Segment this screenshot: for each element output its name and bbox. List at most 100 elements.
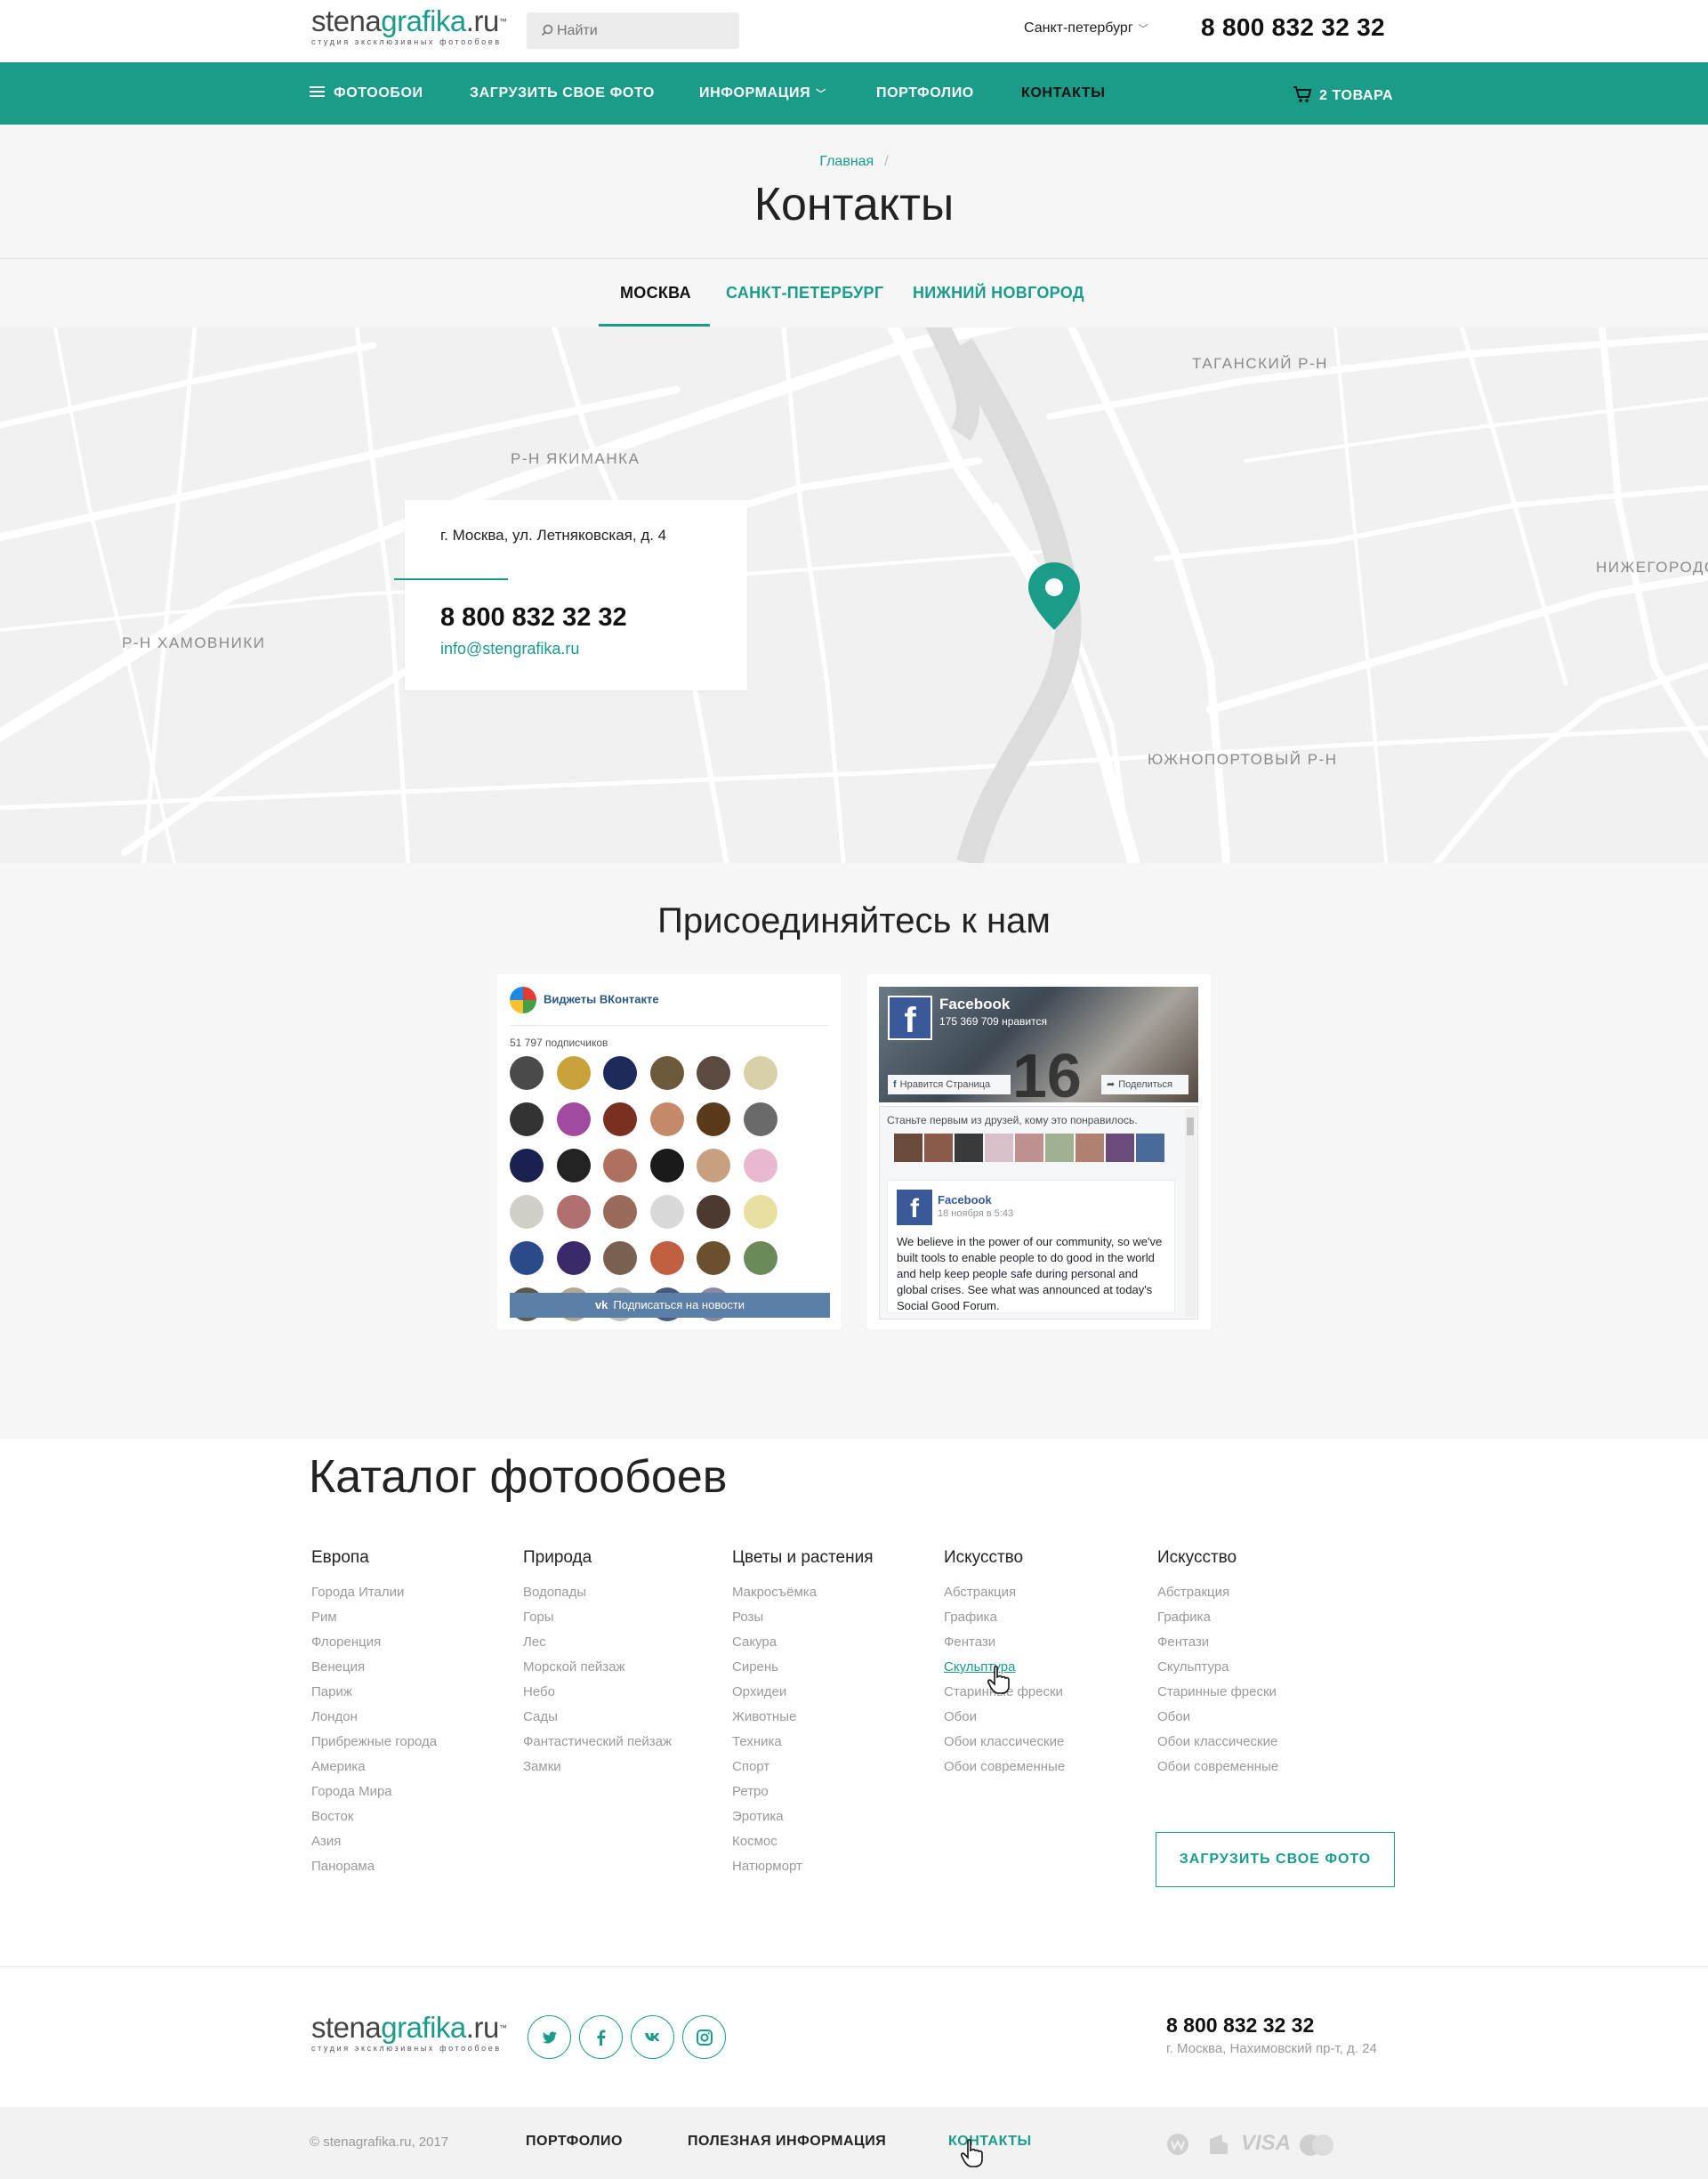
fb-post-date[interactable]: 18 ноября в 5:43	[938, 1208, 1013, 1219]
avatar[interactable]	[649, 1102, 684, 1136]
avatar[interactable]	[743, 1056, 777, 1090]
footer-link-portfolio[interactable]: ПОРТФОЛИО	[526, 2134, 623, 2150]
catalog-link[interactable]: Прибрежные города	[311, 1730, 437, 1755]
catalog-link[interactable]: Замки	[523, 1755, 672, 1780]
avatar[interactable]	[510, 1195, 544, 1229]
catalog-link[interactable]: Графика	[944, 1605, 1065, 1630]
catalog-link[interactable]: Скульптура	[1157, 1655, 1278, 1680]
fb-page-name[interactable]: Facebook	[939, 996, 1010, 1013]
catalog-link[interactable]: Азия	[311, 1829, 437, 1854]
vk-widget[interactable]: Виджеты ВКонтакте 51 797 подписчиков vk …	[497, 974, 841, 1329]
catalog-link[interactable]: Эротика	[732, 1804, 874, 1829]
avatar[interactable]	[743, 1102, 777, 1136]
footer-phone[interactable]: 8 800 832 32 32	[1166, 2014, 1314, 2038]
fb-feed[interactable]: Станьте первым из друзей, кому это понра…	[879, 1106, 1198, 1320]
avatar[interactable]	[510, 1102, 544, 1136]
avatar[interactable]	[955, 1134, 983, 1162]
catalog-link[interactable]: Сакура	[732, 1630, 874, 1655]
catalog-link[interactable]: Обои классические	[1157, 1730, 1278, 1755]
map-pin-icon[interactable]	[1027, 561, 1082, 632]
catalog-heading[interactable]: Европа	[311, 1548, 437, 1568]
catalog-link[interactable]: Обои	[944, 1705, 1065, 1730]
avatar[interactable]	[603, 1102, 637, 1136]
avatar[interactable]	[1045, 1134, 1074, 1162]
avatar[interactable]	[510, 1241, 544, 1275]
header-phone[interactable]: 8 800 832 32 32	[1201, 13, 1385, 42]
avatar[interactable]	[1106, 1134, 1134, 1162]
catalog-link[interactable]: Обои современные	[944, 1755, 1065, 1780]
city-selector[interactable]: Санкт-петербург ﹀	[1024, 20, 1148, 36]
catalog-link[interactable]: Америка	[311, 1755, 437, 1780]
breadcrumb-home[interactable]: Главная	[819, 154, 874, 169]
nav-info[interactable]: ИНФОРМАЦИЯ ﹀	[699, 85, 826, 101]
catalog-link[interactable]: Графика	[1157, 1605, 1278, 1630]
catalog-heading[interactable]: Искусство	[1157, 1548, 1278, 1568]
facebook-widget[interactable]: 16 f Facebook 175 369 709 нравится f Нрав…	[867, 974, 1211, 1329]
avatar[interactable]	[697, 1241, 730, 1275]
catalog-link[interactable]: Флоренция	[311, 1630, 437, 1655]
avatar[interactable]	[649, 1149, 684, 1182]
avatar[interactable]	[649, 1195, 684, 1229]
avatar[interactable]	[603, 1056, 637, 1090]
avatar[interactable]	[743, 1195, 777, 1229]
catalog-link[interactable]: Натюрморт	[732, 1854, 874, 1879]
avatar[interactable]	[894, 1134, 922, 1162]
tab-spb[interactable]: САНКТ-ПЕТЕРБУРГ	[726, 284, 883, 303]
catalog-link[interactable]: Париж	[311, 1680, 437, 1705]
avatar[interactable]	[510, 1056, 544, 1090]
catalog-link[interactable]: Обои классические	[944, 1730, 1065, 1755]
avatar[interactable]	[603, 1241, 637, 1275]
card-email[interactable]: info@stengrafika.ru	[440, 640, 579, 658]
search-input[interactable]	[557, 12, 735, 49]
card-phone[interactable]: 8 800 832 32 32	[440, 603, 627, 633]
catalog-link[interactable]: Сирень	[732, 1655, 874, 1680]
twitter-button[interactable]	[528, 2015, 571, 2059]
avatar[interactable]	[924, 1134, 953, 1162]
catalog-link[interactable]: Животные	[732, 1705, 874, 1730]
avatar[interactable]	[697, 1195, 730, 1229]
catalog-link[interactable]: Орхидеи	[732, 1680, 874, 1705]
avatar[interactable]	[1015, 1134, 1043, 1162]
avatar[interactable]	[556, 1056, 591, 1090]
nav-photowall[interactable]: ФОТООБОИ	[310, 85, 423, 101]
catalog-link[interactable]: Рим	[311, 1605, 437, 1630]
fb-share-button[interactable]: ➦ Поделиться	[1101, 1075, 1188, 1094]
catalog-link[interactable]: Фантастический пейзаж	[523, 1730, 672, 1755]
vk-header[interactable]: Виджеты ВКонтакте	[510, 987, 659, 1013]
catalog-link[interactable]: Старинные фрески	[1157, 1680, 1278, 1705]
catalog-link[interactable]: Ретро	[732, 1780, 874, 1804]
catalog-link[interactable]: Сады	[523, 1705, 672, 1730]
catalog-link[interactable]: Восток	[311, 1804, 437, 1829]
avatar[interactable]	[603, 1149, 637, 1182]
avatar[interactable]	[1076, 1134, 1104, 1162]
scrollbar[interactable]	[1185, 1109, 1196, 1317]
tab-nnovgorod[interactable]: НИЖНИЙ НОВГОРОД	[913, 284, 1084, 303]
avatar[interactable]	[649, 1241, 684, 1275]
avatar[interactable]	[985, 1134, 1013, 1162]
catalog-link[interactable]: Небо	[523, 1680, 672, 1705]
avatar[interactable]	[743, 1241, 777, 1275]
nav-upload[interactable]: ЗАГРУЗИТЬ СВОЕ ФОТО	[470, 85, 655, 101]
avatar[interactable]	[556, 1241, 591, 1275]
facebook-button[interactable]	[579, 2015, 623, 2059]
catalog-link[interactable]: Обои	[1157, 1705, 1278, 1730]
catalog-link[interactable]: Водопады	[523, 1580, 672, 1605]
catalog-link[interactable]: Макросъёмка	[732, 1580, 874, 1605]
footer-link-info[interactable]: ПОЛЕЗНАЯ ИНФОРМАЦИЯ	[688, 2134, 886, 2150]
avatar[interactable]	[603, 1195, 637, 1229]
tab-moscow[interactable]: МОСКВА	[620, 284, 691, 303]
catalog-link[interactable]: Фентази	[1157, 1630, 1278, 1655]
avatar[interactable]	[697, 1149, 730, 1182]
catalog-link[interactable]: Космос	[732, 1829, 874, 1854]
cart-link[interactable]: 2 ТОВАРА	[1293, 85, 1393, 104]
catalog-heading[interactable]: Природа	[523, 1548, 672, 1568]
map[interactable]: ТАГАНСКИЙ Р-Н Р-Н ЯКИМАНКА Р-Н ХАМОВНИКИ…	[0, 327, 1708, 863]
catalog-link[interactable]: Лес	[523, 1630, 672, 1655]
nav-portfolio[interactable]: ПОРТФОЛИО	[876, 85, 974, 101]
avatar[interactable]	[556, 1149, 591, 1182]
catalog-link[interactable]: Лондон	[311, 1705, 437, 1730]
catalog-link[interactable]: Абстракция	[1157, 1580, 1278, 1605]
catalog-link[interactable]: Спорт	[732, 1755, 874, 1780]
avatar[interactable]	[510, 1149, 544, 1182]
avatar[interactable]	[697, 1102, 730, 1136]
